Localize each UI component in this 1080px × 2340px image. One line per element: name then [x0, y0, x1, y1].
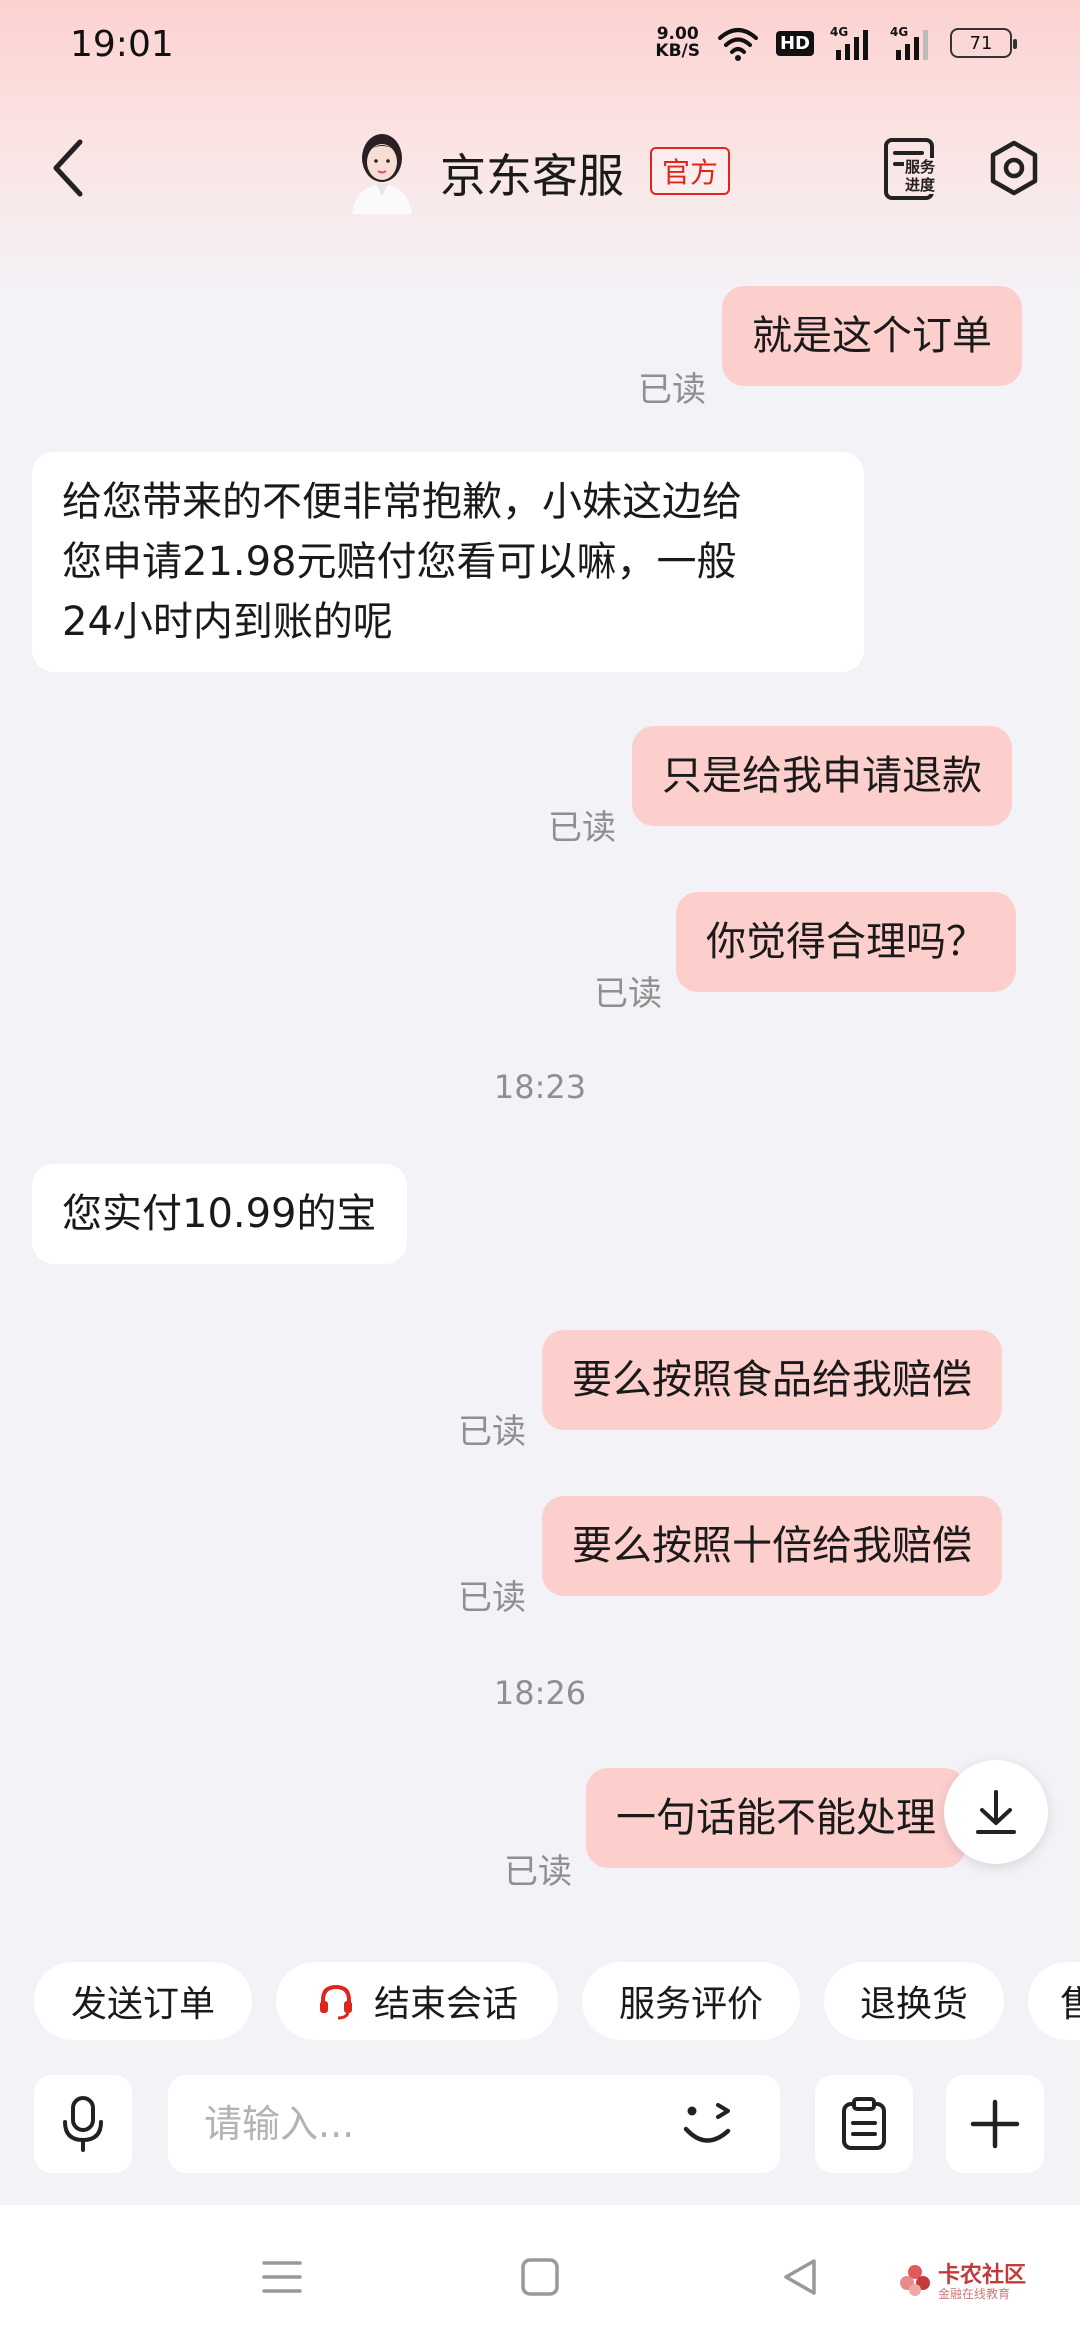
message-bubble-outgoing[interactable]: 只是给我申请退款	[632, 726, 1012, 826]
chat-header: 京东客服 官方 服务 进度	[0, 110, 1080, 230]
signal-icon: 4G	[830, 25, 868, 60]
clipboard-button[interactable]	[815, 2075, 913, 2173]
scroll-to-bottom-button[interactable]	[944, 1760, 1048, 1864]
signal-2-label: 4G	[890, 25, 908, 39]
message-bubble-outgoing[interactable]: 你觉得合理吗？	[676, 892, 1016, 992]
watermark-logo: 卡农社区 金融在线教育	[898, 2255, 1068, 2307]
chip-label: 发送订单	[70, 1984, 215, 2025]
back-nav-button[interactable]	[770, 2247, 830, 2307]
read-status: 已读	[504, 1852, 572, 1892]
more-options-button[interactable]	[946, 2075, 1044, 2173]
service-progress-label-line2: 进度	[905, 176, 936, 194]
home-button[interactable]	[510, 2247, 570, 2307]
message-bubble-outgoing[interactable]: 就是这个订单	[722, 286, 1022, 386]
official-badge: 官方	[650, 147, 731, 195]
network-speed-unit: KB/S	[655, 41, 700, 61]
gear-icon	[990, 140, 1038, 196]
recent-apps-button[interactable]	[252, 2247, 312, 2307]
hd-voice-icon: HD	[775, 30, 814, 56]
microphone-icon	[63, 2096, 103, 2152]
battery-level: 71	[969, 32, 993, 54]
message-line: 您申请21.98元赔付您看可以嘛，一般	[62, 539, 737, 585]
chip-label: 退换货	[859, 1984, 968, 2025]
input-bar	[0, 2060, 1080, 2210]
status-icons: 9.00 KB/S HD 4G 4G 71	[655, 24, 1017, 62]
menu-icon	[262, 2261, 302, 2293]
after-sales-chip[interactable]: 售	[1028, 1962, 1080, 2040]
square-icon	[521, 2258, 559, 2296]
system-navigation-bar: 卡农社区 金融在线教育	[0, 2205, 1080, 2340]
voice-input-button[interactable]	[34, 2075, 132, 2173]
back-button[interactable]	[44, 132, 92, 204]
message-bubble-incoming[interactable]: 给您带来的不便非常抱歉，小妹这边给 您申请21.98元赔付您看可以嘛，一般 24…	[32, 452, 864, 672]
triangle-back-icon	[784, 2259, 816, 2295]
status-bar: 19:01 9.00 KB/S HD 4G 4G 71	[0, 0, 1080, 96]
chevron-left-icon	[53, 139, 83, 197]
network-speed: 9.00 KB/S	[655, 26, 700, 60]
service-rating-chip[interactable]: 服务评价	[582, 1962, 800, 2040]
chip-label: 结束会话	[373, 1984, 518, 2025]
end-session-chip[interactable]: 结束会话	[276, 1962, 558, 2040]
message-bubble-incoming[interactable]: 您实付10.99的宝	[32, 1164, 407, 1264]
status-time: 19:01	[70, 24, 174, 65]
message-bubble-outgoing[interactable]: 要么按照食品给我赔偿	[542, 1330, 1002, 1430]
return-exchange-chip[interactable]: 退换货	[824, 1962, 1004, 2040]
download-arrow-icon	[976, 1790, 1016, 1834]
service-progress-label-line1: 服务	[905, 158, 936, 176]
message-bubble-outgoing[interactable]: 一句话能不能处理	[586, 1768, 966, 1868]
chip-label: 售	[1060, 1984, 1080, 2025]
headset-icon	[319, 1984, 352, 2020]
quick-actions: 发送订单 结束会话 服务评价 退换货 售	[0, 1962, 1080, 2040]
read-status: 已读	[548, 808, 616, 848]
message-line: 给您带来的不便非常抱歉，小妹这边给	[62, 479, 742, 525]
wifi-icon	[717, 28, 758, 61]
read-status: 已读	[638, 370, 706, 410]
plus-icon	[970, 2099, 1020, 2149]
settings-button[interactable]	[984, 138, 1044, 198]
read-status: 已读	[458, 1412, 526, 1452]
service-progress-label: 服务 进度	[904, 158, 937, 194]
agent-avatar	[352, 134, 412, 214]
message-input[interactable]	[204, 2099, 664, 2149]
message-timestamp: 18:26	[493, 1674, 587, 1712]
watermark-subtitle: 金融在线教育	[938, 2287, 1011, 2301]
flower-logo-icon	[900, 2265, 930, 2296]
battery-icon: 71	[950, 28, 1017, 58]
message-bubble-outgoing[interactable]: 要么按照十倍给我赔偿	[542, 1496, 1002, 1596]
message-line: 24小时内到账的呢	[62, 599, 393, 645]
chip-label: 服务评价	[618, 1984, 763, 2025]
send-order-chip[interactable]: 发送订单	[34, 1962, 252, 2040]
service-progress-button[interactable]: 服务 进度	[882, 136, 946, 204]
clipboard-icon	[842, 2097, 886, 2150]
signal-icon-2: 4G	[890, 25, 928, 60]
read-status: 已读	[594, 974, 662, 1014]
emoji-wink-icon[interactable]	[678, 2095, 744, 2155]
page-title: 京东客服	[440, 149, 624, 203]
message-input-field	[168, 2075, 780, 2173]
message-timestamp: 18:23	[493, 1068, 587, 1106]
signal-1-label: 4G	[830, 25, 848, 39]
read-status: 已读	[458, 1578, 526, 1618]
